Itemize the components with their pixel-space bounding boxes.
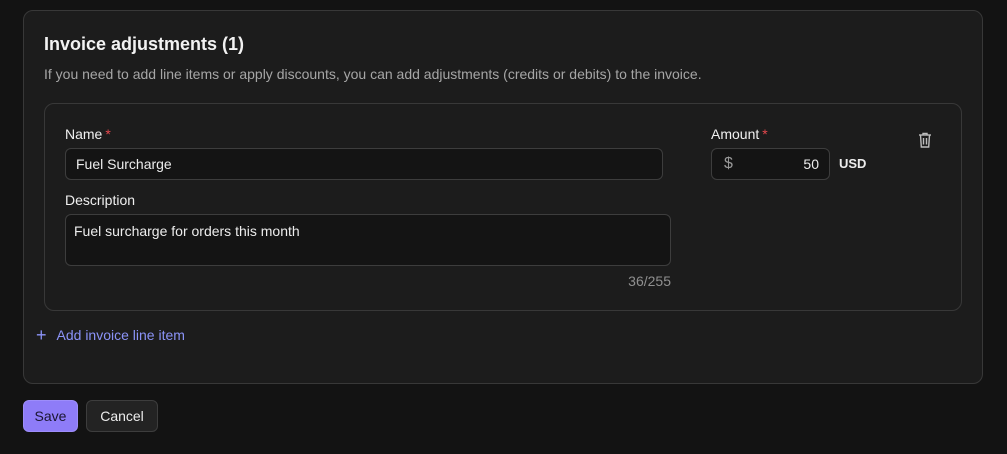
section-title: Invoice adjustments (1)	[44, 34, 245, 54]
amount-value: 50	[803, 156, 819, 172]
add-line-item-label: Add invoice line item	[56, 327, 185, 343]
description-textarea[interactable]: Fuel surcharge for orders this month	[65, 214, 671, 266]
trash-icon[interactable]	[917, 131, 933, 149]
required-marker: *	[105, 126, 111, 142]
currency-symbol: $	[724, 155, 733, 172]
plus-icon: +	[36, 325, 47, 345]
name-input[interactable]: Fuel Surcharge	[65, 148, 663, 180]
add-invoice-line-item-button[interactable]: + Add invoice line item	[36, 325, 185, 345]
cancel-button[interactable]: Cancel	[86, 400, 158, 432]
currency-code: USD	[839, 156, 867, 171]
section-description: If you need to add line items or apply d…	[44, 66, 702, 82]
adjustment-card: Name * Fuel Surcharge Description Fuel su…	[44, 103, 962, 311]
amount-label: Amount *	[711, 126, 768, 142]
save-button[interactable]: Save	[23, 400, 78, 432]
required-marker: *	[762, 126, 768, 142]
name-label: Name *	[65, 126, 111, 142]
character-counter: 36/255	[628, 273, 671, 289]
amount-input[interactable]: $ 50	[711, 148, 830, 180]
description-label: Description	[65, 192, 136, 208]
